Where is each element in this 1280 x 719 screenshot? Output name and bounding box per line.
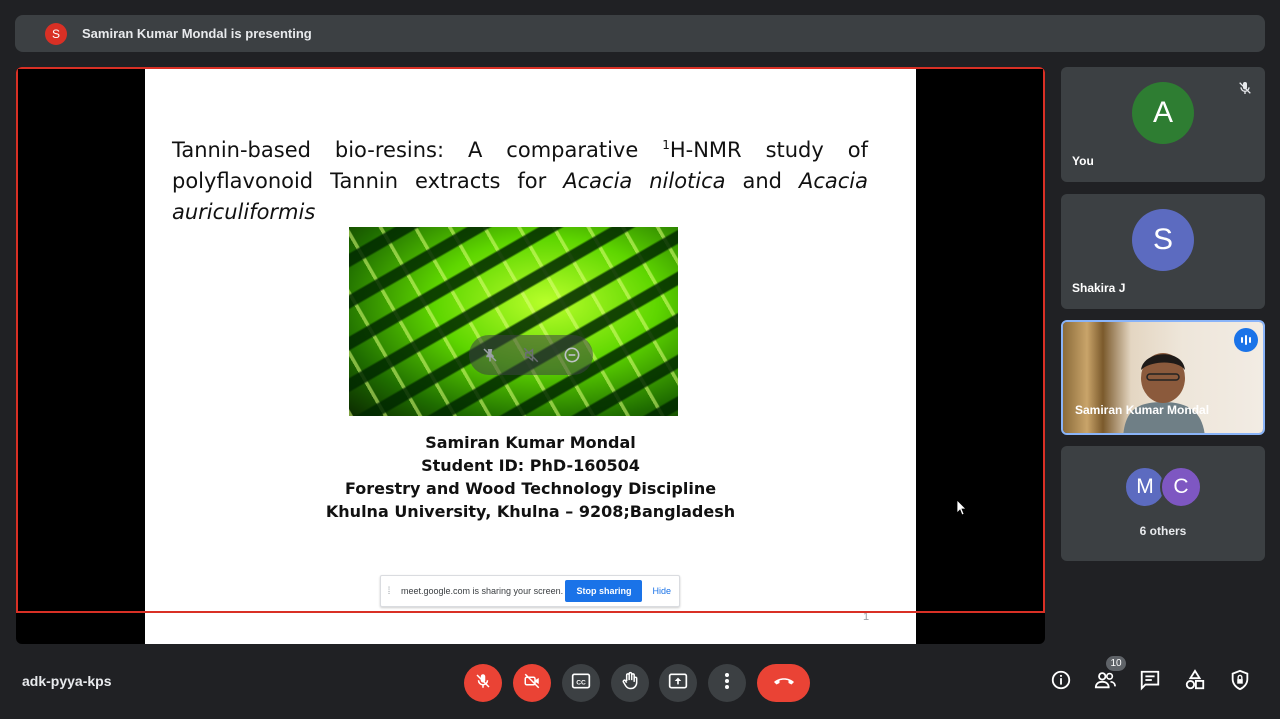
participant-tile-shakira[interactable]: S Shakira J — [1061, 194, 1265, 309]
title-text-1: Tannin-based bio-resins: A comparative — [172, 138, 663, 162]
end-call-icon — [772, 674, 796, 692]
student-id: Student ID: PhD-160504 — [421, 456, 640, 475]
discipline: Forestry and Wood Technology Discipline — [344, 479, 717, 498]
participant-name: Samiran Kumar Mondal — [1075, 403, 1210, 417]
mouse-cursor-icon — [956, 499, 968, 520]
title-superscript: 1 — [662, 138, 670, 152]
host-controls-button[interactable] — [1227, 669, 1253, 695]
presentation-stage: Tannin-based bio-resins: A comparative 1… — [16, 67, 1045, 644]
mic-toggle-button[interactable] — [464, 664, 502, 702]
micrograph-image — [349, 227, 678, 416]
camera-off-icon — [523, 672, 541, 695]
avatar: C — [1160, 466, 1202, 508]
others-tile[interactable]: M C 6 others — [1061, 446, 1265, 561]
university: Khulna University, Khulna – 9208;Banglad… — [325, 502, 736, 521]
participant-tile-samiran[interactable]: Samiran Kumar Mondal — [1061, 320, 1265, 435]
meeting-details-button[interactable] — [1048, 669, 1074, 695]
present-icon — [668, 672, 688, 695]
slide-title: Tannin-based bio-resins: A comparative 1… — [172, 135, 868, 228]
mute-audio-icon[interactable] — [519, 343, 543, 367]
author-block: Samiran Kumar Mondal Student ID: PhD-160… — [145, 431, 916, 523]
svg-text:CC: CC — [576, 679, 586, 686]
presenting-text: Samiran Kumar Mondal is presenting — [82, 26, 312, 41]
stop-sharing-button[interactable]: Stop sharing — [565, 580, 643, 602]
info-icon — [1050, 669, 1072, 696]
host-controls-icon — [1229, 669, 1251, 696]
raise-hand-button[interactable] — [611, 664, 649, 702]
present-button[interactable] — [659, 664, 697, 702]
title-text-and: and — [725, 169, 799, 193]
title-species-1: Acacia nilotica — [563, 169, 726, 193]
others-label: 6 others — [1139, 524, 1187, 538]
slide-page-number: 1 — [863, 611, 870, 623]
unpin-icon[interactable] — [478, 343, 502, 367]
others-avatars: M C — [1061, 466, 1265, 508]
activities-button[interactable] — [1182, 668, 1208, 696]
participant-count-badge: 10 — [1105, 655, 1127, 672]
avatar: A — [1132, 82, 1194, 144]
screen-share-notice: ⁞ meet.google.com is sharing your screen… — [380, 575, 680, 607]
meeting-code: adk-pyya-kps — [22, 673, 112, 689]
speaking-indicator-icon — [1234, 328, 1258, 352]
captions-icon: CC — [571, 672, 591, 695]
people-button[interactable] — [1092, 669, 1118, 695]
presenter-avatar: S — [45, 22, 67, 45]
hide-button[interactable]: Hide — [652, 586, 671, 596]
leave-call-button[interactable] — [757, 664, 810, 702]
slide: Tannin-based bio-resins: A comparative 1… — [145, 67, 916, 644]
mic-off-icon — [474, 672, 492, 695]
activities-icon — [1184, 668, 1206, 696]
participant-name: Shakira J — [1072, 281, 1126, 295]
bottom-bar: adk-pyya-kps CC — [0, 655, 1280, 719]
raise-hand-icon — [620, 671, 640, 696]
avatar: S — [1132, 209, 1194, 271]
camera-toggle-button[interactable] — [513, 664, 551, 702]
more-icon — [724, 672, 730, 695]
drag-handle-icon[interactable]: ⁞ — [381, 586, 397, 597]
more-options-button[interactable] — [708, 664, 746, 702]
participant-tile-you[interactable]: A You — [1061, 67, 1265, 182]
remove-icon[interactable] — [560, 343, 584, 367]
people-icon — [1093, 669, 1117, 696]
chat-button[interactable] — [1137, 669, 1163, 695]
chat-icon — [1139, 669, 1161, 696]
presenting-banner: S Samiran Kumar Mondal is presenting — [15, 15, 1265, 52]
participant-name: You — [1072, 154, 1094, 168]
captions-button[interactable]: CC — [562, 664, 600, 702]
mic-off-icon — [1233, 76, 1257, 100]
tile-hover-controls — [469, 335, 593, 375]
author-name: Samiran Kumar Mondal — [425, 433, 636, 452]
share-message: meet.google.com is sharing your screen. — [401, 586, 564, 596]
